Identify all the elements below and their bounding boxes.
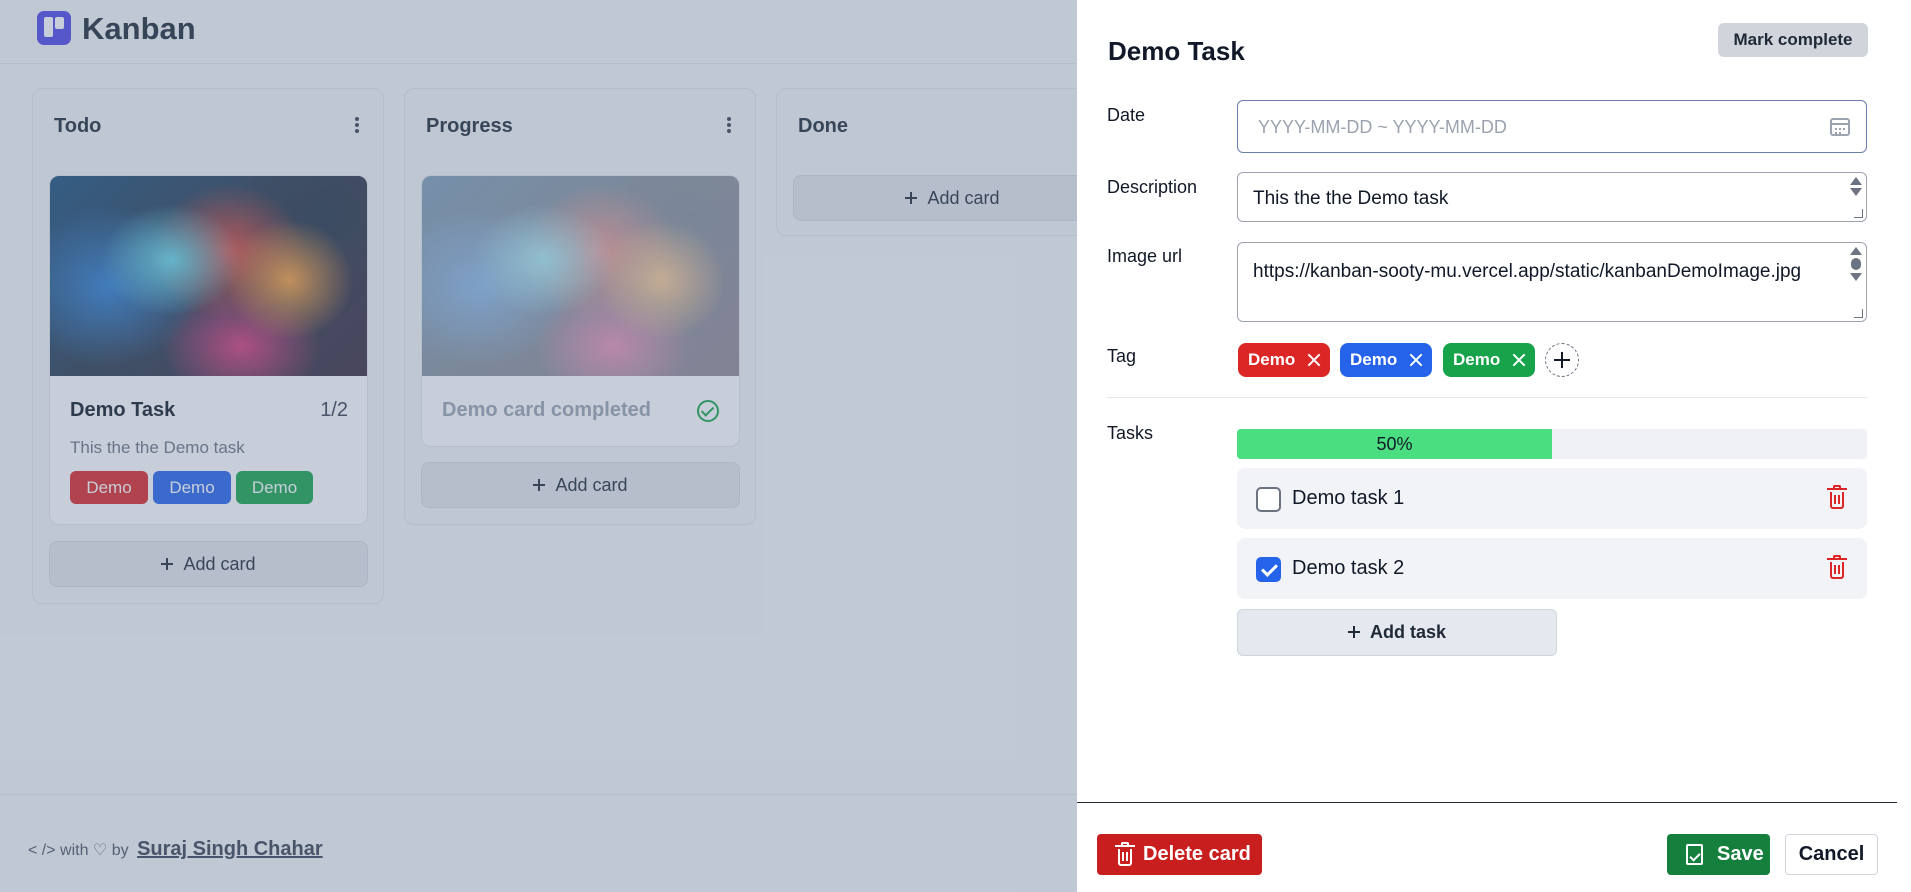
section-divider <box>1107 397 1867 398</box>
date-label: Date <box>1107 105 1146 125</box>
remove-tag-icon[interactable] <box>1307 353 1321 367</box>
delete-card-button[interactable]: Delete card <box>1097 834 1262 875</box>
delete-task-icon[interactable] <box>1827 485 1847 509</box>
textarea-scrollbar[interactable] <box>1850 247 1862 281</box>
tag-chip: Demo <box>1443 343 1535 377</box>
task-item: Demo task 1 <box>1237 468 1867 529</box>
add-task-button[interactable]: Add task <box>1237 609 1557 656</box>
task-checkbox[interactable] <box>1256 487 1281 512</box>
image-url-label: Image url <box>1107 246 1183 266</box>
task-label: Demo task 1 <box>1292 487 1405 509</box>
tag-chip: Demo <box>1340 343 1432 377</box>
card-details-drawer: Demo Task Mark complete Date YYYY-MM-DD … <box>1077 0 1911 892</box>
plus-icon <box>1347 626 1360 638</box>
remove-tag-icon[interactable] <box>1512 353 1526 367</box>
trash-icon <box>1115 842 1135 866</box>
tasks-label: Tasks <box>1107 423 1154 443</box>
description-textarea[interactable]: This the the Demo task <box>1237 172 1867 222</box>
resize-handle-icon[interactable] <box>1854 209 1863 218</box>
remove-tag-icon[interactable] <box>1409 353 1423 367</box>
image-url-textarea[interactable]: https://kanban-sooty-mu.vercel.app/stati… <box>1237 242 1867 322</box>
tasks-progress-bar: 50% <box>1237 429 1867 459</box>
textarea-scrollbar[interactable] <box>1850 177 1862 196</box>
description-label: Description <box>1107 177 1198 197</box>
task-item: Demo task 2 <box>1237 538 1867 599</box>
drawer-footer-divider <box>1077 802 1897 803</box>
image-url-value: https://kanban-sooty-mu.vercel.app/stati… <box>1253 261 1802 282</box>
date-range-picker[interactable]: YYYY-MM-DD ~ YYYY-MM-DD <box>1237 100 1867 153</box>
drawer-title: Demo Task <box>1108 36 1245 66</box>
delete-task-icon[interactable] <box>1827 555 1847 579</box>
progress-percent: 50% <box>1376 434 1413 454</box>
tag-chip: Demo <box>1238 343 1330 377</box>
resize-handle-icon[interactable] <box>1854 309 1863 318</box>
tag-label: Tag <box>1107 346 1137 366</box>
add-tag-button[interactable] <box>1545 343 1579 377</box>
description-value: This the the Demo task <box>1253 188 1449 209</box>
task-label: Demo task 2 <box>1292 557 1405 579</box>
cancel-button[interactable]: Cancel <box>1785 834 1878 875</box>
drawer-backdrop[interactable] <box>0 0 1077 892</box>
save-file-icon <box>1686 844 1703 865</box>
save-button[interactable]: Save <box>1667 834 1770 875</box>
calendar-icon <box>1830 118 1850 136</box>
mark-complete-button[interactable]: Mark complete <box>1718 23 1868 57</box>
date-placeholder: YYYY-MM-DD ~ YYYY-MM-DD <box>1258 117 1507 137</box>
task-checkbox[interactable] <box>1256 557 1281 582</box>
